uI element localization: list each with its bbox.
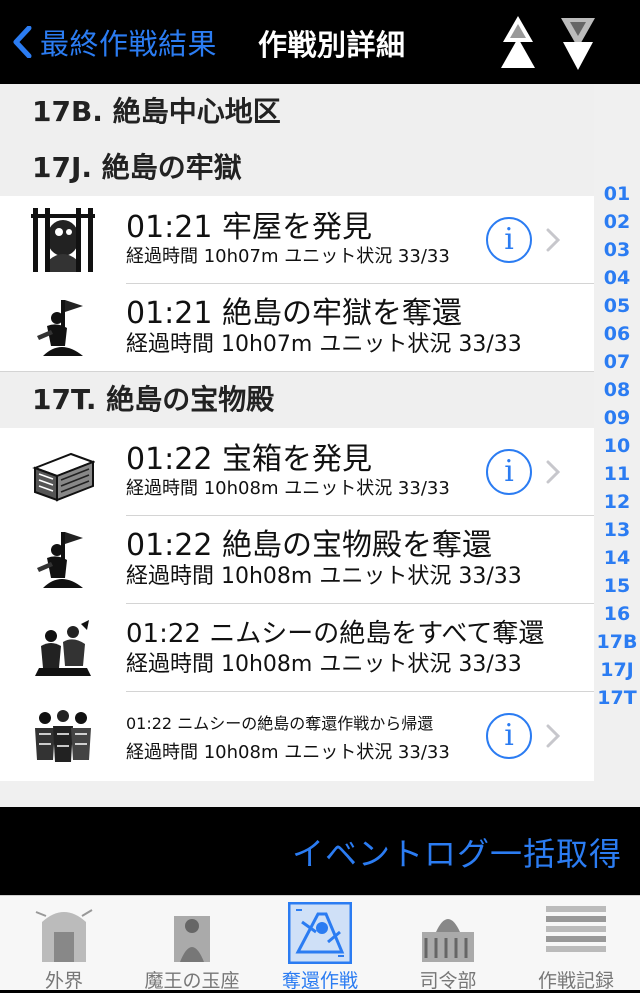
recapture-operation-icon — [288, 902, 352, 964]
tab-recapture-operation[interactable]: 奪還作戦 — [256, 896, 384, 992]
list-item[interactable]: 01:22 絶島の宝物殿を奪還 経過時間 10h08m ユニット状況 33/33 — [0, 516, 594, 604]
index-item[interactable]: 10 — [604, 432, 630, 460]
operation-log-icon — [544, 902, 608, 964]
double-down-arrow-icon[interactable] — [558, 14, 598, 72]
tab-headquarters[interactable]: 司令部 — [384, 896, 512, 992]
index-item[interactable]: 16 — [604, 600, 630, 628]
treasure-chest-icon — [31, 440, 95, 504]
tab-outer-world[interactable]: 外界 — [0, 896, 128, 992]
battle-group-icon — [31, 616, 95, 680]
tab-label: 魔王の玉座 — [144, 970, 240, 992]
section-header: 17B. 絶島中心地区 — [0, 84, 594, 140]
page-title: 作戦別詳細 — [258, 28, 406, 62]
event-title: 01:22 絶島の宝物殿を奪還 — [126, 528, 492, 563]
index-item[interactable]: 05 — [604, 292, 630, 320]
index-item[interactable]: 13 — [604, 516, 630, 544]
event-title: 01:21 絶島の牢獄を奪還 — [126, 296, 462, 331]
info-button[interactable]: i — [486, 449, 532, 495]
info-button[interactable]: i — [486, 713, 532, 759]
tab-bar: 外界 魔王の玉座 奪還作戦 司令部 作戦記録 — [0, 895, 640, 992]
index-item[interactable]: 04 — [604, 264, 630, 292]
throne-icon — [160, 902, 224, 964]
event-list[interactable]: 17B. 絶島中心地区 17J. 絶島の牢獄 01:21 牢屋を発見 経過時間 … — [0, 84, 594, 781]
content-area: 17B. 絶島中心地区 17J. 絶島の牢獄 01:21 牢屋を発見 経過時間 … — [0, 84, 640, 807]
returning-troops-icon — [31, 704, 95, 768]
event-status: 経過時間 10h08m ユニット状況 33/33 — [126, 652, 522, 677]
index-item[interactable]: 08 — [604, 376, 630, 404]
list-item[interactable]: 01:22 宝箱を発見 経過時間 10h08m ユニット状況 33/33 i — [0, 428, 594, 516]
event-title: 01:22 ニムシーの絶島をすべて奪還 — [126, 619, 545, 649]
index-item[interactable]: 17T — [597, 684, 636, 712]
headquarters-icon — [416, 902, 480, 964]
disclosure-chevron-icon — [546, 724, 560, 748]
event-status: 経過時間 10h08m ユニット状況 33/33 — [126, 742, 450, 763]
back-button[interactable]: 最終作戦結果 — [12, 20, 217, 64]
tab-label: 外界 — [44, 970, 83, 992]
action-bar: イベントログ一括取得 — [0, 807, 640, 895]
tab-label: 作戦記録 — [537, 970, 614, 992]
index-item[interactable]: 01 — [604, 180, 630, 208]
section-header: 17T. 絶島の宝物殿 — [0, 372, 594, 428]
outer-world-icon — [32, 902, 96, 964]
event-title: 01:22 宝箱を発見 — [126, 442, 372, 477]
index-item[interactable]: 17J — [600, 656, 634, 684]
list-item[interactable]: 01:21 絶島の牢獄を奪還 経過時間 10h07m ユニット状況 33/33 — [0, 284, 594, 372]
index-item[interactable]: 03 — [604, 236, 630, 264]
section-index[interactable]: 01 02 03 04 05 06 07 08 09 10 11 12 13 1… — [594, 180, 640, 712]
event-status: 経過時間 10h07m ユニット状況 33/33 — [126, 332, 522, 357]
section-header: 17J. 絶島の牢獄 — [0, 140, 594, 196]
back-label: 最終作戦結果 — [40, 27, 218, 61]
tab-operation-log[interactable]: 作戦記録 — [512, 896, 640, 992]
index-item[interactable]: 12 — [604, 488, 630, 516]
event-status: 経過時間 10h07m ユニット状況 33/33 — [126, 246, 450, 267]
index-item[interactable]: 07 — [604, 348, 630, 376]
tab-throne[interactable]: 魔王の玉座 — [128, 896, 256, 992]
event-title: 01:22 ニムシーの絶島の奪還作戦から帰還 — [126, 714, 434, 733]
back-chevron-icon — [13, 26, 32, 58]
index-item[interactable]: 17B — [597, 628, 638, 656]
disclosure-chevron-icon — [546, 228, 560, 252]
event-status: 経過時間 10h08m ユニット状況 33/33 — [126, 478, 450, 499]
index-item[interactable]: 11 — [604, 460, 630, 488]
index-item[interactable]: 14 — [604, 544, 630, 572]
index-item[interactable]: 15 — [604, 572, 630, 600]
double-up-arrow-icon[interactable] — [498, 14, 538, 72]
index-item[interactable]: 09 — [604, 404, 630, 432]
index-item[interactable]: 06 — [604, 320, 630, 348]
list-item[interactable]: 01:22 ニムシーの絶島の奪還作戦から帰還 経過時間 10h08m ユニット状… — [0, 692, 594, 780]
soldier-flag-icon — [31, 528, 95, 592]
event-title: 01:21 牢屋を発見 — [126, 210, 372, 245]
list-item[interactable]: 01:22 ニムシーの絶島をすべて奪還 経過時間 10h08m ユニット状況 3… — [0, 604, 594, 692]
tab-label: 司令部 — [419, 970, 477, 992]
prisoner-cell-icon — [31, 208, 95, 272]
bulk-fetch-event-log-button[interactable]: イベントログ一括取得 — [292, 829, 622, 875]
info-button[interactable]: i — [486, 217, 532, 263]
disclosure-chevron-icon — [546, 460, 560, 484]
soldier-flag-icon — [31, 296, 95, 360]
list-item[interactable]: 01:21 牢屋を発見 経過時間 10h07m ユニット状況 33/33 i — [0, 196, 594, 284]
index-item[interactable]: 02 — [604, 208, 630, 236]
tab-label: 奪還作戦 — [281, 970, 358, 992]
navigation-bar: 最終作戦結果 作戦別詳細 — [0, 0, 640, 84]
event-status: 経過時間 10h08m ユニット状況 33/33 — [126, 564, 522, 589]
